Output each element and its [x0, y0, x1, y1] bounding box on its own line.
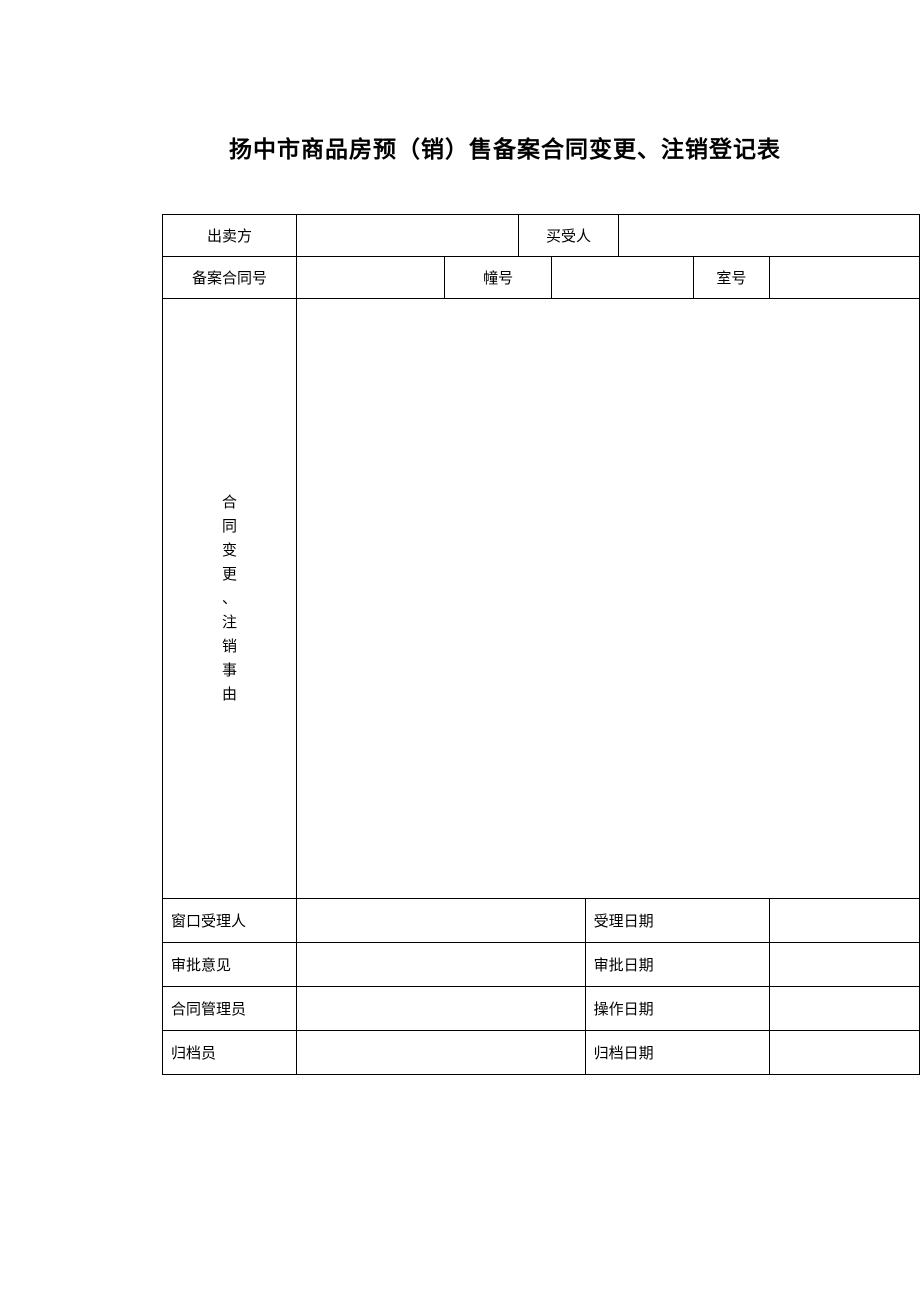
reason-label-cell: 合 同 变 更 、 注 销 事 由 — [163, 299, 297, 899]
row-contract-building-room: 备案合同号 幢号 室号 — [163, 257, 920, 299]
approve-label: 审批意见 — [163, 943, 297, 987]
reason-char: 销 — [222, 635, 237, 659]
approve-date-value[interactable] — [769, 943, 920, 987]
reason-char: 变 — [222, 539, 237, 563]
operate-date-label: 操作日期 — [585, 987, 769, 1031]
manager-value[interactable] — [297, 987, 586, 1031]
reason-char: 事 — [222, 659, 237, 683]
room-value[interactable] — [769, 257, 920, 299]
room-label: 室号 — [694, 257, 769, 299]
building-label: 幢号 — [445, 257, 552, 299]
row-reason: 合 同 变 更 、 注 销 事 由 — [163, 299, 920, 899]
buyer-label: 买受人 — [519, 215, 619, 257]
receiver-label: 窗口受理人 — [163, 899, 297, 943]
row-approval: 审批意见 审批日期 — [163, 943, 920, 987]
archive-label: 归档员 — [163, 1031, 297, 1075]
reason-char: 由 — [222, 683, 237, 707]
row-archive: 归档员 归档日期 — [163, 1031, 920, 1075]
reason-char: 更 — [222, 563, 237, 587]
row-manager: 合同管理员 操作日期 — [163, 987, 920, 1031]
row-seller-buyer: 出卖方 买受人 — [163, 215, 920, 257]
seller-label: 出卖方 — [163, 215, 297, 257]
operate-date-value[interactable] — [769, 987, 920, 1031]
receive-date-label: 受理日期 — [585, 899, 769, 943]
approve-date-label: 审批日期 — [585, 943, 769, 987]
contract-no-label: 备案合同号 — [163, 257, 297, 299]
seller-value[interactable] — [297, 215, 519, 257]
reason-label-text: 合 同 变 更 、 注 销 事 由 — [222, 491, 237, 707]
page-title: 扬中市商品房预（销）售备案合同变更、注销登记表 — [130, 130, 880, 164]
building-value[interactable] — [552, 257, 694, 299]
reason-char: 同 — [222, 515, 237, 539]
receiver-value[interactable] — [297, 899, 586, 943]
approve-value[interactable] — [297, 943, 586, 987]
registration-form: 出卖方 买受人 备案合同号 幢号 室号 合 同 变 更 、 注 — [162, 214, 920, 1075]
archive-date-value[interactable] — [769, 1031, 920, 1075]
buyer-value[interactable] — [619, 215, 920, 257]
reason-char: 合 — [222, 491, 237, 515]
contract-no-value[interactable] — [297, 257, 445, 299]
reason-content[interactable] — [297, 299, 920, 899]
row-receiver: 窗口受理人 受理日期 — [163, 899, 920, 943]
reason-char: 、 — [222, 587, 237, 611]
reason-char: 注 — [222, 611, 237, 635]
receive-date-value[interactable] — [769, 899, 920, 943]
manager-label: 合同管理员 — [163, 987, 297, 1031]
archive-value[interactable] — [297, 1031, 586, 1075]
archive-date-label: 归档日期 — [585, 1031, 769, 1075]
